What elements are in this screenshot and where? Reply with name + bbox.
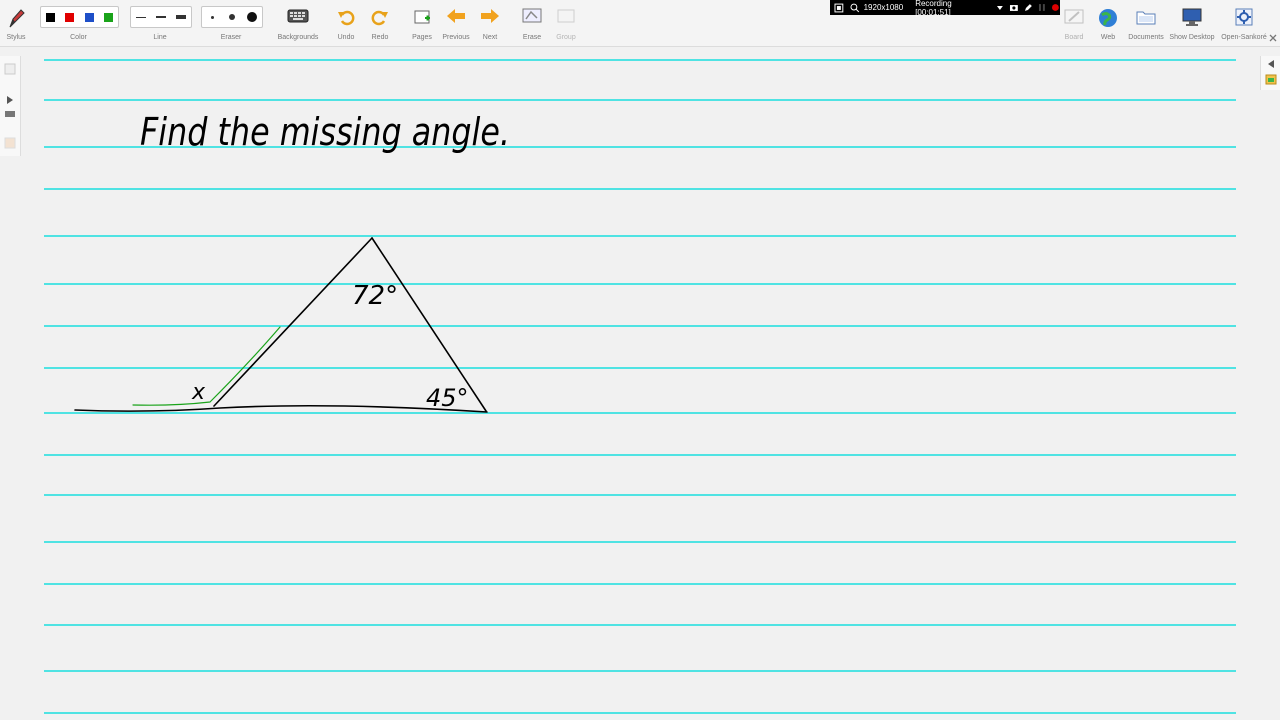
window-icon[interactable] [834, 3, 844, 13]
ruled-line [44, 412, 1236, 414]
backgrounds-label: Backgrounds [277, 34, 319, 41]
eraser-label: Eraser [220, 34, 242, 41]
keyboard-icon [287, 9, 309, 23]
ruled-line [44, 541, 1236, 543]
erase-label: Erase [522, 34, 542, 41]
ruled-line [44, 99, 1236, 101]
arrow-left-icon [447, 9, 465, 23]
expand-left-icon[interactable] [1264, 59, 1278, 69]
add-page-icon [414, 10, 430, 24]
main-toolbar: Stylus Color Line Eraser Backgrounds Und… [0, 0, 1280, 47]
line-label: Line [153, 34, 167, 41]
ruled-line [44, 146, 1236, 148]
pages-button[interactable]: Pages [409, 4, 435, 44]
web-label: Web [1100, 34, 1116, 41]
recording-status: Recording [00:01:51] [915, 0, 952, 17]
board-label: Board [1064, 34, 1084, 41]
library-icon[interactable] [3, 108, 17, 120]
ruled-line [44, 188, 1236, 190]
chevron-down-icon[interactable] [996, 4, 1004, 12]
color-group: Color [40, 4, 117, 44]
group-icon [557, 9, 575, 23]
show-desktop-label: Show Desktop [1169, 34, 1215, 41]
backgrounds-button[interactable]: Backgrounds [274, 4, 322, 44]
page-thumbnail-icon[interactable] [3, 62, 17, 76]
pencil-icon[interactable] [1024, 3, 1033, 12]
pause-icon[interactable] [1038, 3, 1046, 12]
eraser-group: Eraser [201, 4, 261, 44]
library-folder-icon[interactable] [1264, 72, 1278, 86]
next-button[interactable]: Next [476, 4, 504, 44]
left-dock [0, 56, 21, 156]
ruled-line [44, 670, 1236, 672]
right-dock [1260, 56, 1280, 90]
ruled-line [44, 283, 1236, 285]
ruled-line [44, 494, 1236, 496]
show-desktop-button[interactable]: Show Desktop [1168, 4, 1216, 44]
redo-button[interactable]: Redo [368, 4, 392, 44]
settings-icon [1235, 8, 1253, 26]
expand-right-icon[interactable] [3, 94, 17, 106]
previous-button[interactable]: Previous [441, 4, 471, 44]
record-stop-icon[interactable] [1051, 3, 1060, 12]
erase-board-icon [522, 8, 542, 23]
erase-button[interactable]: Erase [518, 4, 546, 44]
camera-icon[interactable] [1009, 3, 1019, 12]
whiteboard[interactable] [40, 47, 1240, 720]
board-icon [1064, 9, 1084, 24]
undo-button[interactable]: Undo [334, 4, 358, 44]
previous-label: Previous [442, 34, 470, 41]
ruled-line [44, 325, 1236, 327]
globe-icon [1099, 9, 1117, 27]
ruled-line [44, 367, 1236, 369]
documents-button[interactable]: Documents [1126, 4, 1166, 44]
stylus-icon [9, 9, 25, 28]
documents-label: Documents [1128, 34, 1164, 41]
next-label: Next [482, 34, 498, 41]
group-button[interactable]: Group [552, 4, 580, 44]
magnifier-icon[interactable] [850, 3, 860, 13]
folder-icon [1136, 11, 1156, 25]
pages-label: Pages [412, 34, 432, 41]
ruled-line [44, 454, 1236, 456]
redo-icon [371, 10, 388, 26]
open-sankore-label: Open-Sankoré [1221, 34, 1267, 41]
board-button[interactable]: Board [1060, 4, 1088, 44]
open-sankore-button[interactable]: Open-Sankoré [1218, 4, 1270, 44]
stylus-label: Stylus [6, 34, 26, 41]
ruled-line [44, 583, 1236, 585]
color-label: Color [70, 34, 87, 41]
close-icon[interactable] [1268, 33, 1278, 43]
monitor-icon [1182, 8, 1202, 26]
stylus-button[interactable]: Stylus [2, 4, 30, 44]
web-button[interactable]: Web [1094, 4, 1122, 44]
redo-label: Redo [371, 34, 389, 41]
ruled-line [44, 624, 1236, 626]
recording-bar: 1920x1080 Recording [00:01:51] [830, 0, 1060, 17]
arrow-right-icon [481, 9, 499, 23]
recording-resolution: 1920x1080 [863, 3, 904, 12]
line-group: Line [130, 4, 190, 44]
group-label: Group [556, 34, 576, 41]
ruled-line [44, 712, 1236, 714]
undo-icon [338, 10, 355, 26]
ruled-line [44, 235, 1236, 237]
ruled-line [44, 59, 1236, 61]
note-icon[interactable] [3, 136, 17, 150]
undo-label: Undo [337, 34, 355, 41]
